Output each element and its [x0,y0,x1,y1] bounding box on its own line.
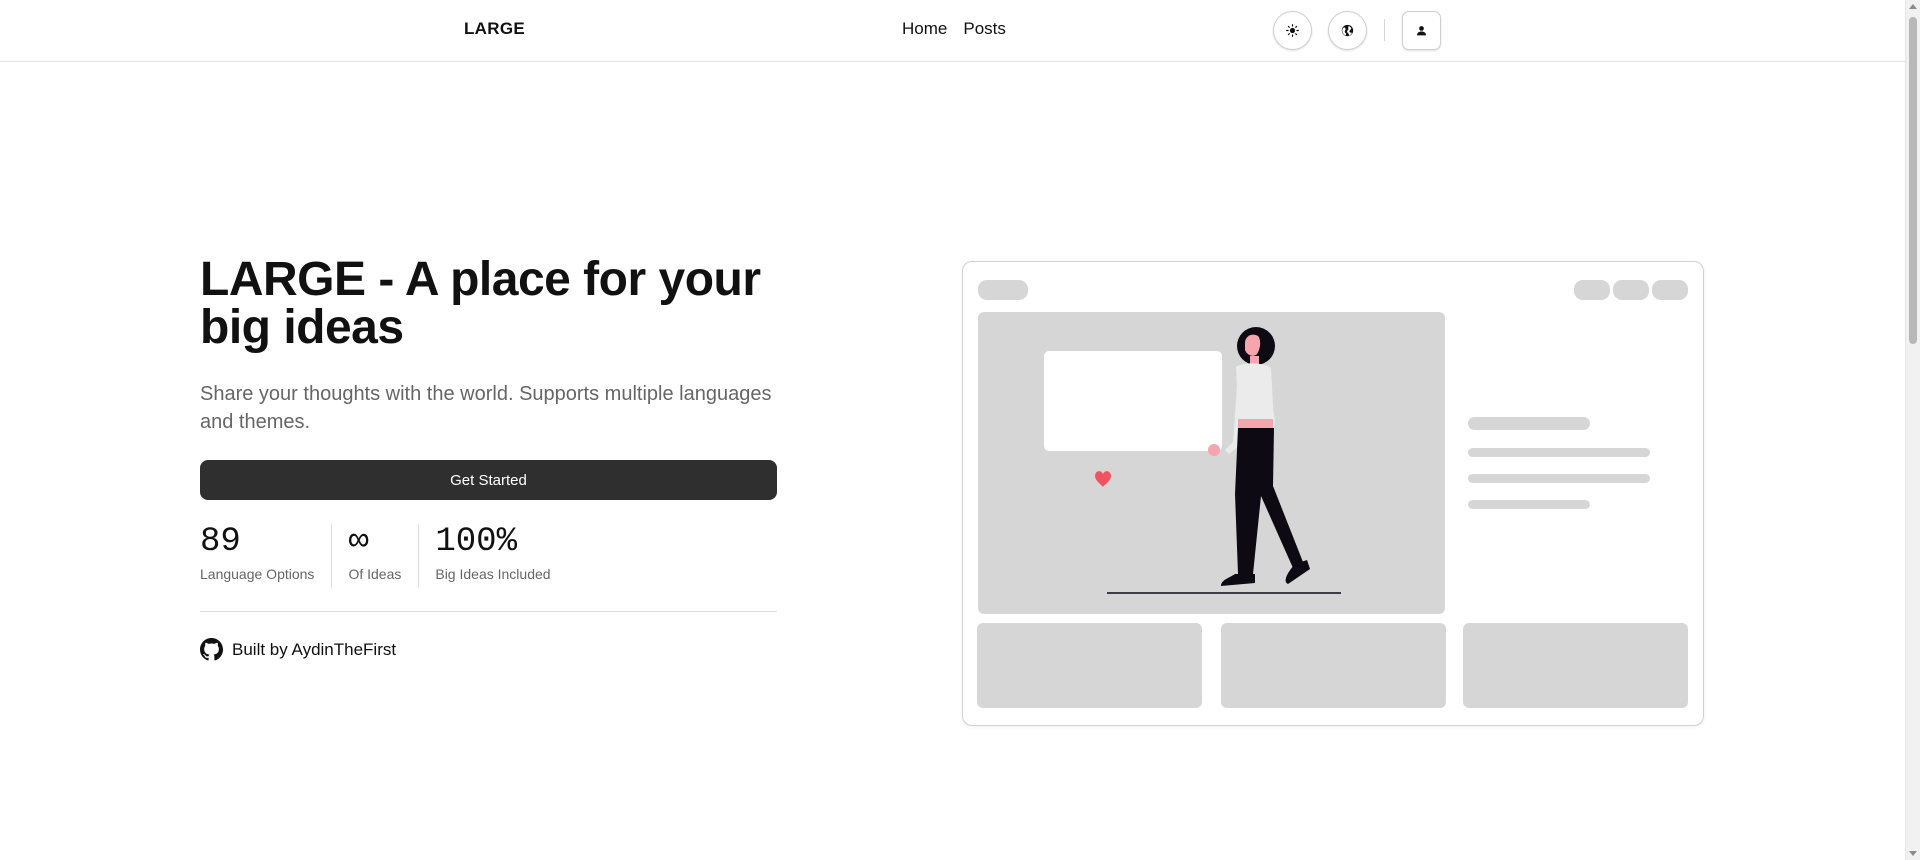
card-placeholder [977,623,1202,708]
get-started-button[interactable]: Get Started [200,460,777,500]
stat-value: ∞ [348,523,369,561]
placeholder-pill [1613,280,1649,300]
text-placeholder [1468,448,1650,457]
placeholder-pill [1574,280,1610,300]
placeholder-pill [1652,280,1688,300]
stat-languages: 89 Language Options [200,523,333,588]
nav-posts-link[interactable]: Posts [963,19,1006,39]
sun-icon [1286,24,1299,37]
stat-label: Language Options [200,566,315,582]
top-navbar: LARGE Home Posts [0,0,1905,62]
stat-big-ideas: 100% Big Ideas Included [435,524,567,588]
hero-subtitle: Share your thoughts with the world. Supp… [200,383,772,433]
hero-illustration [977,280,1688,708]
text-placeholder [1468,500,1590,509]
github-icon [200,638,223,661]
text-placeholder [1468,417,1590,430]
built-by-link[interactable]: Built by AydinTheFirst [200,638,396,661]
theme-toggle-button[interactable] [1273,11,1312,50]
account-button[interactable] [1402,11,1441,50]
globe-icon [1341,24,1354,37]
section-divider [200,611,777,612]
scroll-up-arrow-icon[interactable] [1909,4,1917,9]
hero-illustration-card [962,261,1704,726]
user-icon [1417,26,1426,36]
built-by-text: Built by AydinTheFirst [232,639,397,659]
text-placeholder [1468,474,1650,483]
placeholder-pill [978,280,1028,300]
stat-ideas: ∞ Of Ideas [348,523,420,588]
main-nav: Home Posts [902,19,1006,39]
scroll-thumb[interactable] [1909,17,1917,344]
card-placeholder [1463,623,1688,708]
page-scrollbar[interactable] [1905,0,1920,860]
nav-home-link[interactable]: Home [902,19,947,39]
scroll-down-arrow-icon[interactable] [1909,851,1917,856]
card-placeholder [1221,623,1446,708]
header-divider [1384,19,1385,41]
sign-board [1044,351,1222,451]
brand-logo[interactable]: LARGE [464,19,525,39]
stat-value: 100% [435,523,517,561]
stat-label: Of Ideas [348,566,402,582]
stat-value: 89 [200,523,241,561]
hero-title: LARGE - A place for your big ideas [200,253,761,354]
stat-label: Big Ideas Included [435,566,551,582]
language-button[interactable] [1328,11,1367,50]
stats-row: 89 Language Options ∞ Of Ideas 100% Big … [200,524,584,588]
